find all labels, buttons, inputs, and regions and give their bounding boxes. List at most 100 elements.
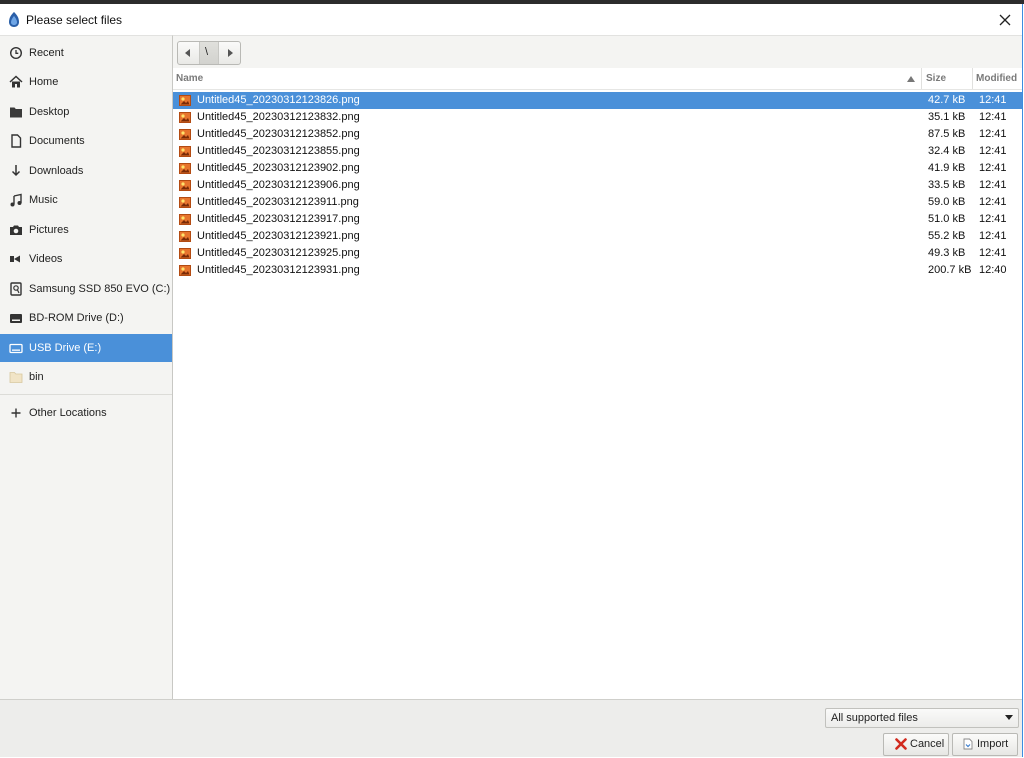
file-modified: 12:41 xyxy=(979,247,1007,259)
sidebar-separator xyxy=(0,394,172,395)
file-name: Untitled45_20230312123826.png xyxy=(197,94,360,106)
file-modified: 12:41 xyxy=(979,162,1007,174)
sidebar-item-documents[interactable]: Documents xyxy=(0,127,172,155)
sidebar-item-label: Samsung SSD 850 EVO (C:) xyxy=(29,283,171,295)
sidebar-item-pictures[interactable]: Pictures xyxy=(0,216,172,244)
close-icon[interactable] xyxy=(994,10,1016,30)
file-modified: 12:41 xyxy=(979,128,1007,140)
file-row[interactable]: Untitled45_20230312123911.png 59.0 kB 12… xyxy=(173,194,1022,211)
file-size: 41.9 kB xyxy=(928,162,966,174)
file-modified: 12:41 xyxy=(979,111,1007,123)
sidebar-item-label: Other Locations xyxy=(29,407,107,419)
file-size: 59.0 kB xyxy=(928,196,966,208)
sidebar-item-label: Desktop xyxy=(29,106,70,118)
column-divider[interactable] xyxy=(921,68,922,89)
sidebar-item-label: USB Drive (E:) xyxy=(29,342,102,354)
file-name: Untitled45_20230312123917.png xyxy=(197,213,360,225)
chevron-right-icon xyxy=(228,49,233,57)
file-modified: 12:41 xyxy=(979,179,1007,191)
image-file-icon xyxy=(179,112,191,123)
chevron-down-icon xyxy=(1005,715,1013,720)
file-modified: 12:41 xyxy=(979,196,1007,208)
sidebar-item-music[interactable]: Music xyxy=(0,186,172,214)
camera-icon xyxy=(10,225,22,235)
sidebar-item-label: BD-ROM Drive (D:) xyxy=(29,312,124,324)
folder-icon xyxy=(10,107,22,118)
column-divider[interactable] xyxy=(972,68,973,89)
image-file-icon xyxy=(179,231,191,242)
sidebar-item-label: Pictures xyxy=(29,224,69,236)
path-back-button[interactable] xyxy=(178,42,200,64)
sidebar-item-videos[interactable]: Videos xyxy=(0,245,172,273)
file-row[interactable]: Untitled45_20230312123832.png 35.1 kB 12… xyxy=(173,109,1022,126)
file-row[interactable]: Untitled45_20230312123826.png 42.7 kB 12… xyxy=(173,92,1022,109)
column-header-size[interactable]: Size xyxy=(926,73,946,84)
file-row[interactable]: Untitled45_20230312123931.png 200.7 kB 1… xyxy=(173,262,1022,279)
file-size: 200.7 kB xyxy=(928,264,972,276)
file-size: 33.5 kB xyxy=(928,179,966,191)
sidebar-item-label: Home xyxy=(29,76,59,88)
sidebar-item-bd-rom[interactable]: BD-ROM Drive (D:) xyxy=(0,304,172,332)
file-name: Untitled45_20230312123902.png xyxy=(197,162,360,174)
file-name: Untitled45_20230312123931.png xyxy=(197,264,360,276)
file-name: Untitled45_20230312123925.png xyxy=(197,247,360,259)
file-name: Untitled45_20230312123832.png xyxy=(197,111,360,123)
sidebar-item-label: Recent xyxy=(29,47,64,59)
music-note-icon xyxy=(10,193,22,207)
file-row[interactable]: Untitled45_20230312123917.png 51.0 kB 12… xyxy=(173,211,1022,228)
cancel-button[interactable]: Cancel xyxy=(883,733,949,756)
plus-icon xyxy=(11,408,21,418)
file-row[interactable]: Untitled45_20230312123855.png 32.4 kB 12… xyxy=(173,143,1022,160)
download-arrow-icon xyxy=(11,165,21,177)
path-button-group: \ xyxy=(177,41,241,65)
sidebar-item-desktop[interactable]: Desktop xyxy=(0,98,172,126)
image-file-icon xyxy=(179,180,191,191)
sidebar-item-other-locations[interactable]: Other Locations xyxy=(0,399,172,427)
file-row[interactable]: Untitled45_20230312123902.png 41.9 kB 12… xyxy=(173,160,1022,177)
file-size: 51.0 kB xyxy=(928,213,966,225)
file-type-filter-select[interactable]: All supported files xyxy=(825,708,1019,728)
sort-ascending-icon[interactable] xyxy=(907,76,915,82)
file-name: Untitled45_20230312123855.png xyxy=(197,145,360,157)
sidebar-item-recent[interactable]: Recent xyxy=(0,39,172,67)
sidebar-item-label: bin xyxy=(29,371,44,383)
path-bar: \ xyxy=(173,35,1022,69)
file-row[interactable]: Untitled45_20230312123921.png 55.2 kB 12… xyxy=(173,228,1022,245)
path-segment-root[interactable]: \ xyxy=(200,42,219,64)
column-header-modified[interactable]: Modified xyxy=(976,73,1017,84)
file-name: Untitled45_20230312123906.png xyxy=(197,179,360,191)
file-row[interactable]: Untitled45_20230312123925.png 49.3 kB 12… xyxy=(173,245,1022,262)
chevron-left-icon xyxy=(185,49,190,57)
import-label: Import xyxy=(977,738,1009,750)
file-size: 32.4 kB xyxy=(928,145,966,157)
sidebar-item-label: Documents xyxy=(29,135,85,147)
folder-icon xyxy=(9,372,23,383)
file-modified: 12:40 xyxy=(979,264,1007,276)
file-row[interactable]: Untitled45_20230312123906.png 33.5 kB 12… xyxy=(173,177,1022,194)
sidebar-item-samsung-ssd[interactable]: Samsung SSD 850 EVO (C:) xyxy=(0,275,172,303)
path-forward-button[interactable] xyxy=(219,42,240,64)
sidebar-item-downloads[interactable]: Downloads xyxy=(0,157,172,185)
sidebar-item-usb-drive[interactable]: USB Drive (E:) xyxy=(0,334,172,362)
filter-selected-value: All supported files xyxy=(831,712,918,724)
file-row[interactable]: Untitled45_20230312123852.png 87.5 kB 12… xyxy=(173,126,1022,143)
file-modified: 12:41 xyxy=(979,213,1007,225)
document-icon xyxy=(11,134,22,148)
file-modified: 12:41 xyxy=(979,145,1007,157)
image-file-icon xyxy=(179,265,191,276)
sidebar-item-bin[interactable]: bin xyxy=(0,363,172,391)
usb-drive-icon xyxy=(9,343,23,354)
sidebar-item-label: Music xyxy=(29,194,58,206)
sidebar-item-home[interactable]: Home xyxy=(0,68,172,96)
import-button[interactable]: Import xyxy=(952,733,1018,756)
hard-drive-icon xyxy=(10,282,22,296)
sidebar-item-label: Videos xyxy=(29,253,63,265)
file-size: 87.5 kB xyxy=(928,128,966,140)
file-modified: 12:41 xyxy=(979,230,1007,242)
video-icon xyxy=(10,255,20,263)
file-size: 49.3 kB xyxy=(928,247,966,259)
column-header-name[interactable]: Name xyxy=(176,73,203,84)
clock-icon xyxy=(9,46,23,60)
cancel-x-icon xyxy=(895,738,907,750)
import-document-icon xyxy=(963,738,973,750)
